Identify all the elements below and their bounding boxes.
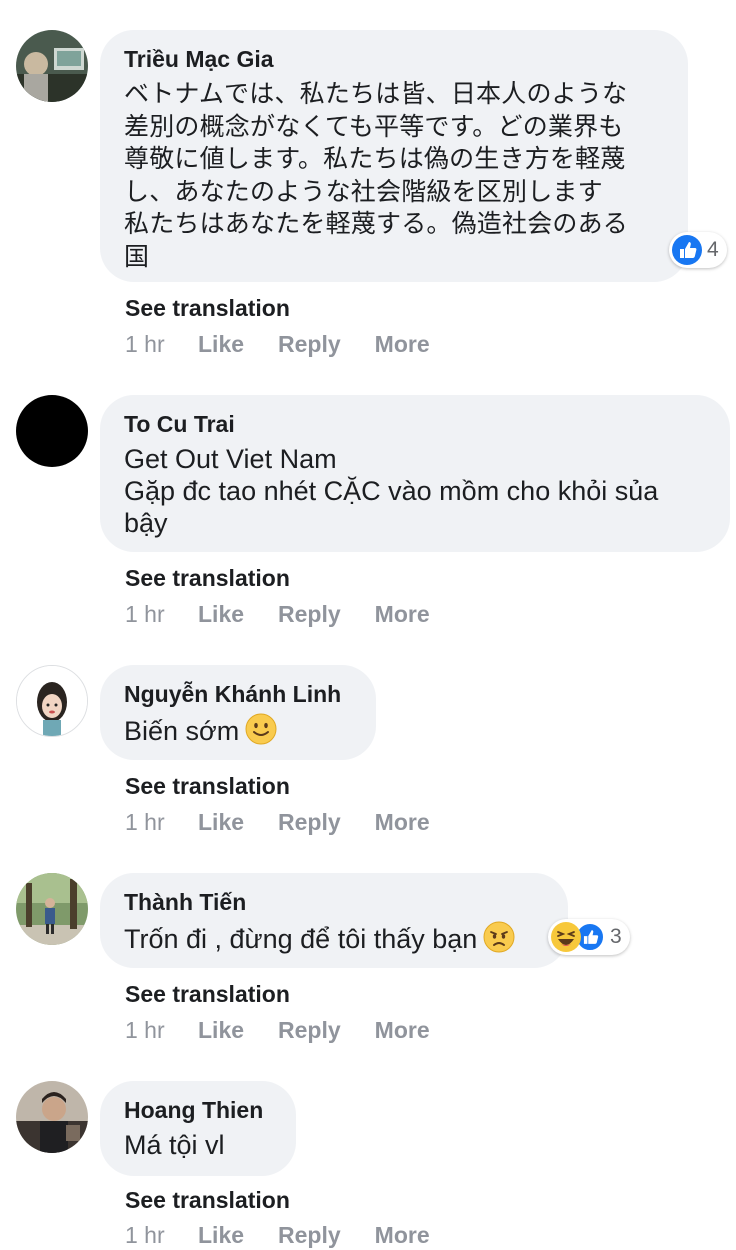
comment-timestamp: 1 hr xyxy=(125,809,165,835)
comment-bubble: To Cu Trai Get Out Viet Nam Gặp đc tao n… xyxy=(100,395,730,552)
avatar-photo xyxy=(16,30,88,102)
comment-author[interactable]: Thành Tiến xyxy=(124,887,544,917)
avatar[interactable] xyxy=(16,665,88,737)
reaction-count: 4 xyxy=(707,238,719,261)
reaction-count: 3 xyxy=(610,925,622,948)
like-button[interactable]: Like xyxy=(198,599,244,629)
frowning-face-emoji xyxy=(483,921,515,960)
like-button[interactable]: Like xyxy=(198,1015,244,1045)
more-button[interactable]: More xyxy=(375,329,430,359)
see-translation-link[interactable]: See translation xyxy=(125,979,290,1009)
smiling-face-emoji xyxy=(245,713,277,752)
like-button[interactable]: Like xyxy=(198,807,244,837)
comment-timestamp: 1 hr xyxy=(125,1017,165,1043)
reply-button[interactable]: Reply xyxy=(278,599,341,629)
avatar[interactable] xyxy=(16,873,88,945)
comment-author[interactable]: Triều Mạc Gia xyxy=(124,44,664,74)
see-translation-link[interactable]: See translation xyxy=(125,293,290,323)
reply-button[interactable]: Reply xyxy=(278,1015,341,1045)
comment-text: ベトナムでは、私たちは皆、日本人のような 差別の概念がなくても平等です。どの業界… xyxy=(124,79,629,271)
comment-bubble: Nguyễn Khánh Linh Biến sớm xyxy=(100,665,376,760)
comment-text: Trốn đi , đừng để tôi thấy bạn xyxy=(124,921,544,960)
comment-actions: 1 hr Like Reply More xyxy=(125,807,464,837)
reply-button[interactable]: Reply xyxy=(278,329,341,359)
like-icon xyxy=(672,235,702,265)
comment-actions: 1 hr Like Reply More xyxy=(125,329,464,359)
comment-timestamp: 1 hr xyxy=(125,601,165,627)
more-button[interactable]: More xyxy=(375,599,430,629)
see-translation-link[interactable]: See translation xyxy=(125,1185,290,1215)
comment-author[interactable]: Hoang Thien xyxy=(124,1095,272,1125)
comment-bubble: Hoang Thien Má tội vl xyxy=(100,1081,296,1176)
avatar-photo xyxy=(16,1081,88,1153)
avatar[interactable] xyxy=(16,30,88,102)
like-button[interactable]: Like xyxy=(198,329,244,359)
see-translation-link[interactable]: See translation xyxy=(125,563,290,593)
comment-text: Get Out Viet Nam Gặp đc tao nhét CẶC vào… xyxy=(124,444,659,538)
comment-text-content: Trốn đi , đừng để tôi thấy bạn xyxy=(124,924,478,954)
comment-actions: 1 hr Like Reply More xyxy=(125,599,464,629)
see-translation-link[interactable]: See translation xyxy=(125,771,290,801)
avatar[interactable] xyxy=(16,1081,88,1153)
more-button[interactable]: More xyxy=(375,807,430,837)
avatar-photo xyxy=(16,873,88,945)
comment-author[interactable]: Nguyễn Khánh Linh xyxy=(124,679,352,709)
reaction-summary[interactable]: 4 xyxy=(669,232,727,268)
comment-text: Má tội vl xyxy=(124,1130,225,1160)
avatar-photo xyxy=(17,666,87,736)
comment-author[interactable]: To Cu Trai xyxy=(124,409,706,439)
comment-bubble: Thành Tiến Trốn đi , đừng để tôi thấy bạ… xyxy=(100,873,568,968)
comment-timestamp: 1 hr xyxy=(125,331,165,357)
comment-text-content: Biến sớm xyxy=(124,716,240,746)
reaction-summary[interactable]: 3 xyxy=(548,919,630,955)
avatar[interactable] xyxy=(16,395,88,467)
comment-text: Biến sớm xyxy=(124,713,352,752)
reply-button[interactable]: Reply xyxy=(278,807,341,837)
haha-icon xyxy=(551,922,581,952)
more-button[interactable]: More xyxy=(375,1015,430,1045)
comment-bubble: Triều Mạc Gia ベトナムでは、私たちは皆、日本人のような 差別の概念… xyxy=(100,30,688,282)
comment-actions: 1 hr Like Reply More xyxy=(125,1015,464,1045)
